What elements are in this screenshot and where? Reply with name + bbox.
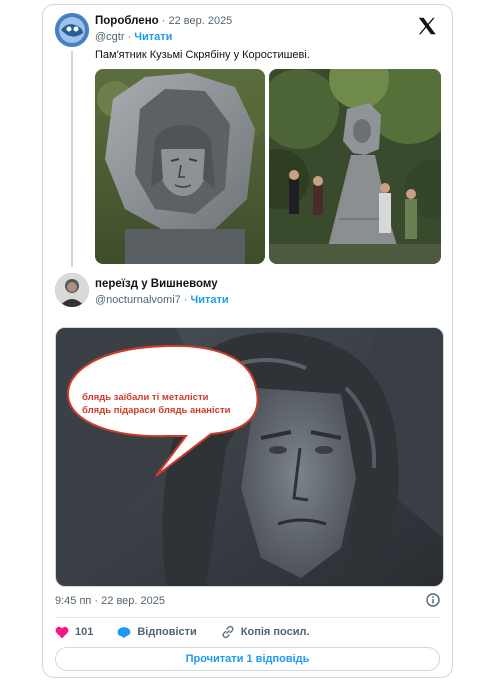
tweet-header: Пороблено · 22 вер. 2025 [95, 15, 232, 27]
tweet-handle-row: @nocturnalvomi7 · Читати [95, 294, 229, 306]
tweet-card: Пороблено · 22 вер. 2025 @cgtr · Читати … [42, 4, 453, 678]
tweet-header: переїзд у Вишневому [95, 278, 218, 290]
avatar[interactable] [55, 273, 89, 307]
author-handle[interactable]: @nocturnalvomi7 · [95, 294, 187, 306]
tweet-timestamp[interactable]: 9:45 пп · 22 вер. 2025 [55, 595, 165, 607]
like-button[interactable]: 101 [55, 626, 93, 639]
copy-link-button[interactable]: Копія посил. [221, 625, 310, 639]
copy-link-label: Копія посил. [240, 626, 310, 638]
reply-button[interactable]: Відповісти [117, 626, 197, 639]
like-count: 101 [75, 626, 94, 638]
tweet-date[interactable]: · 22 вер. 2025 [162, 15, 233, 27]
tweet-handle-row: @cgtr · Читати [95, 31, 172, 43]
tweet-text: Пам'ятник Кузьмі Скрябіну у Коростишеві. [95, 49, 310, 61]
tweet-photo-monument-closeup[interactable] [95, 69, 265, 264]
divider [55, 617, 440, 618]
author-handle[interactable]: @cgtr · [95, 31, 131, 43]
reply-label: Відповісти [137, 626, 197, 638]
thread-line [71, 51, 73, 267]
tweet-actions: 101 Відповісти Копія посил. [55, 625, 328, 639]
author-name[interactable]: Пороблено [95, 15, 159, 27]
x-logo-icon[interactable] [416, 15, 438, 37]
reply-icon [117, 626, 131, 638]
avatar[interactable] [55, 13, 89, 47]
heart-icon [55, 626, 69, 638]
tweet-photo-monument-park[interactable] [269, 69, 441, 264]
tweet-photo-meme[interactable]: блядь заїбали ті металісти блядь підарас… [55, 327, 444, 587]
link-icon [222, 625, 234, 639]
speech-bubble-line-2: блядь підараси блядь ананісти [82, 405, 231, 416]
follow-link[interactable]: Читати [191, 294, 229, 306]
read-replies-button[interactable]: Прочитати 1 відповідь [55, 647, 440, 671]
info-icon[interactable] [426, 593, 440, 607]
follow-link[interactable]: Читати [134, 31, 172, 43]
author-name[interactable]: переїзд у Вишневому [95, 278, 218, 290]
speech-bubble-line-1: блядь заїбали ті металісти [82, 392, 209, 403]
